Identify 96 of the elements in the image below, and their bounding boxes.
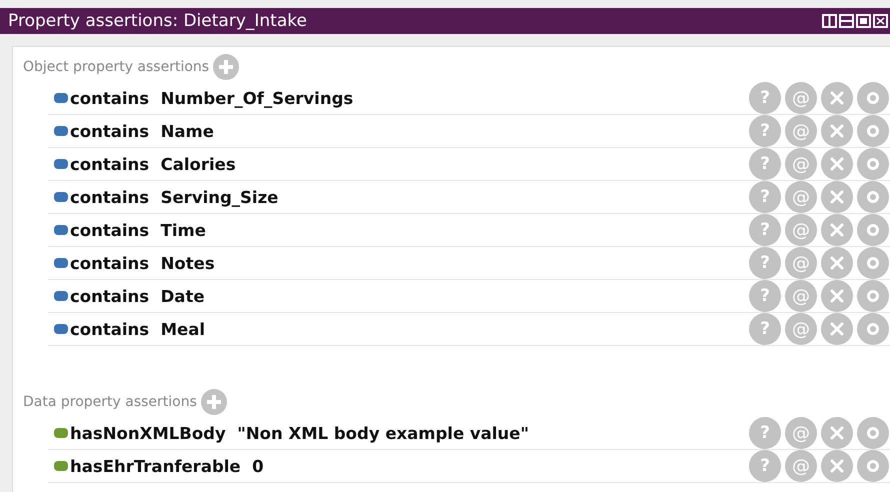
property-icon [54, 258, 68, 268]
annotate-button[interactable]: @ [785, 313, 817, 345]
delete-button[interactable] [821, 280, 853, 312]
annotate-button[interactable]: @ [785, 280, 817, 312]
explain-button[interactable]: ? [749, 181, 781, 213]
property-icon [54, 428, 68, 438]
ring-icon [866, 157, 880, 171]
explain-button[interactable]: ? [749, 115, 781, 147]
property-value: Date [160, 286, 205, 306]
explain-button[interactable]: ? [749, 214, 781, 246]
edit-button[interactable] [857, 82, 889, 114]
edit-button[interactable] [857, 181, 889, 213]
annotate-button[interactable]: @ [785, 82, 817, 114]
annotate-button[interactable]: @ [785, 181, 817, 213]
edit-button[interactable] [857, 115, 889, 147]
property-value: Notes [160, 254, 215, 272]
close-icon [830, 459, 844, 473]
delete-button[interactable] [821, 313, 853, 345]
close-icon [830, 223, 844, 237]
property-value: Time [160, 220, 206, 240]
property-icon [54, 192, 68, 202]
delete-button[interactable] [821, 450, 853, 482]
property-icon [54, 225, 68, 235]
close-icon [830, 322, 844, 336]
property-name: contains [70, 154, 150, 174]
property-icon [54, 291, 68, 301]
property-value: Name [160, 122, 214, 140]
property-value: Serving_Size [160, 188, 278, 206]
edit-button[interactable] [857, 148, 889, 180]
section-heading: Object property assertions [23, 58, 210, 74]
annotate-button[interactable]: @ [785, 115, 817, 147]
close-icon [830, 157, 844, 171]
ring-icon [866, 459, 880, 473]
section-heading: Data property assertions [23, 394, 197, 410]
property-name: hasEhrTranferable [70, 456, 241, 476]
property-icon [54, 461, 68, 471]
window-controls-icon[interactable] [822, 13, 888, 29]
delete-button[interactable] [821, 181, 853, 213]
annotate-button[interactable]: @ [785, 417, 817, 449]
close-icon [830, 426, 844, 440]
property-value: Number_Of_Servings [160, 88, 354, 108]
delete-button[interactable] [821, 115, 853, 147]
close-icon [830, 289, 844, 303]
explain-button[interactable]: ? [749, 82, 781, 114]
property-icon [54, 324, 68, 334]
property-name: contains [70, 122, 150, 140]
ring-icon [866, 124, 880, 138]
add-icon[interactable] [200, 388, 227, 414]
ring-icon [866, 91, 880, 105]
explain-button[interactable]: ? [749, 417, 781, 449]
delete-button[interactable] [821, 148, 853, 180]
delete-button[interactable] [821, 214, 853, 246]
edit-button[interactable] [857, 450, 889, 482]
close-icon [830, 190, 844, 204]
explain-button[interactable]: ? [749, 247, 781, 279]
ring-icon [866, 289, 880, 303]
explain-button[interactable]: ? [749, 148, 781, 180]
property-value: Meal [160, 320, 206, 338]
property-icon [54, 126, 68, 136]
delete-button[interactable] [821, 417, 853, 449]
close-icon [830, 124, 844, 138]
delete-button[interactable] [821, 82, 853, 114]
annotate-button[interactable]: @ [785, 450, 817, 482]
property-name: contains [70, 254, 150, 272]
property-name: contains [70, 220, 150, 240]
property-value: Calories [160, 154, 236, 174]
property-name: contains [70, 286, 150, 306]
property-name: contains [70, 188, 150, 206]
explain-button[interactable]: ? [749, 450, 781, 482]
annotate-button[interactable]: @ [785, 214, 817, 246]
edit-button[interactable] [857, 417, 889, 449]
edit-button[interactable] [857, 313, 889, 345]
ring-icon [866, 256, 880, 270]
ring-icon [866, 223, 880, 237]
explain-button[interactable]: ? [749, 280, 781, 312]
annotate-button[interactable]: @ [785, 247, 817, 279]
property-icon [54, 93, 68, 103]
property-name: contains [70, 320, 150, 338]
close-icon [830, 256, 844, 270]
ring-icon [866, 322, 880, 336]
edit-button[interactable] [857, 247, 889, 279]
close-icon [830, 91, 844, 105]
property-name: hasNonXMLBody [70, 424, 226, 442]
property-icon [54, 159, 68, 169]
ring-icon [866, 190, 880, 204]
delete-button[interactable] [821, 247, 853, 279]
add-icon[interactable] [213, 54, 240, 80]
edit-button[interactable] [857, 214, 889, 246]
property-name: contains [70, 88, 150, 108]
explain-button[interactable]: ? [749, 313, 781, 345]
edit-button[interactable] [857, 280, 889, 312]
property-value: 0 [252, 456, 264, 476]
property-value: "Non XML body example value" [237, 424, 529, 442]
ring-icon [866, 426, 880, 440]
annotate-button[interactable]: @ [785, 148, 817, 180]
window-title: Property assertions: Dietary_Intake [8, 11, 308, 31]
